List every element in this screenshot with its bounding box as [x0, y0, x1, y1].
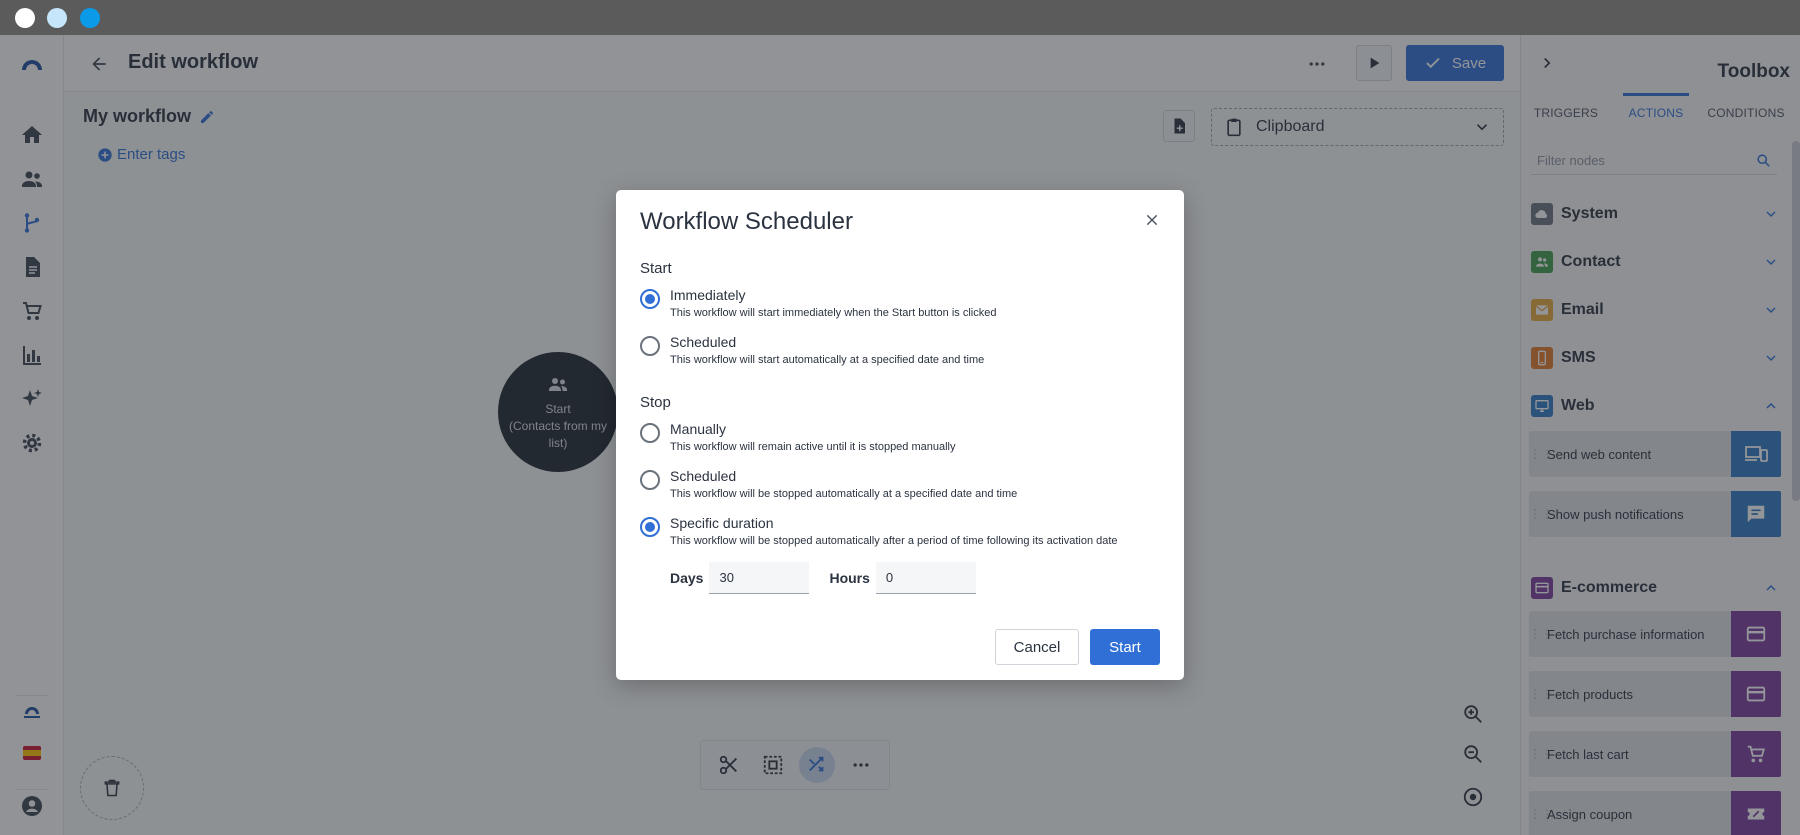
start-section-heading: Start — [640, 260, 672, 277]
window-maximize-dot[interactable] — [80, 8, 100, 28]
stop-option-manually[interactable]: Manually This workflow will remain activ… — [640, 421, 1160, 461]
workflow-scheduler-dialog: Workflow Scheduler Start Immediately Thi… — [616, 190, 1184, 680]
option-label: Manually — [670, 421, 727, 437]
option-description: This workflow will remain active until i… — [670, 441, 956, 453]
start-option-immediately[interactable]: Immediately This workflow will start imm… — [640, 287, 1160, 327]
option-description: This workflow will be stopped automatica… — [670, 535, 1118, 547]
radio-specific-duration[interactable] — [640, 517, 660, 537]
start-option-scheduled[interactable]: Scheduled This workflow will start autom… — [640, 334, 1160, 374]
hours-label: Hours — [829, 570, 870, 586]
duration-row: Days Hours — [670, 562, 996, 594]
option-description: This workflow will be stopped automatica… — [670, 488, 1018, 500]
radio-start-scheduled[interactable] — [640, 336, 660, 356]
days-input[interactable] — [709, 562, 810, 594]
stop-option-scheduled[interactable]: Scheduled This workflow will be stopped … — [640, 468, 1160, 508]
radio-immediately[interactable] — [640, 289, 660, 309]
dialog-title: Workflow Scheduler — [640, 208, 853, 235]
days-label: Days — [670, 570, 704, 586]
cancel-button[interactable]: Cancel — [995, 629, 1079, 665]
window-close-dot[interactable] — [15, 8, 35, 28]
option-description: This workflow will start automatically a… — [670, 354, 985, 366]
option-label: Immediately — [670, 287, 746, 303]
start-button[interactable]: Start — [1090, 629, 1160, 665]
close-icon[interactable] — [1142, 210, 1162, 230]
stop-section-heading: Stop — [640, 394, 671, 411]
stop-option-specific-duration[interactable]: Specific duration This workflow will be … — [640, 515, 1160, 555]
hours-input[interactable] — [875, 562, 976, 594]
window-minimize-dot[interactable] — [47, 8, 67, 28]
option-label: Specific duration — [670, 515, 774, 531]
radio-stop-scheduled[interactable] — [640, 470, 660, 490]
radio-manually[interactable] — [640, 423, 660, 443]
window-titlebar — [0, 0, 1800, 35]
option-label: Scheduled — [670, 334, 737, 350]
option-label: Scheduled — [670, 468, 737, 484]
option-description: This workflow will start immediately whe… — [670, 307, 997, 319]
